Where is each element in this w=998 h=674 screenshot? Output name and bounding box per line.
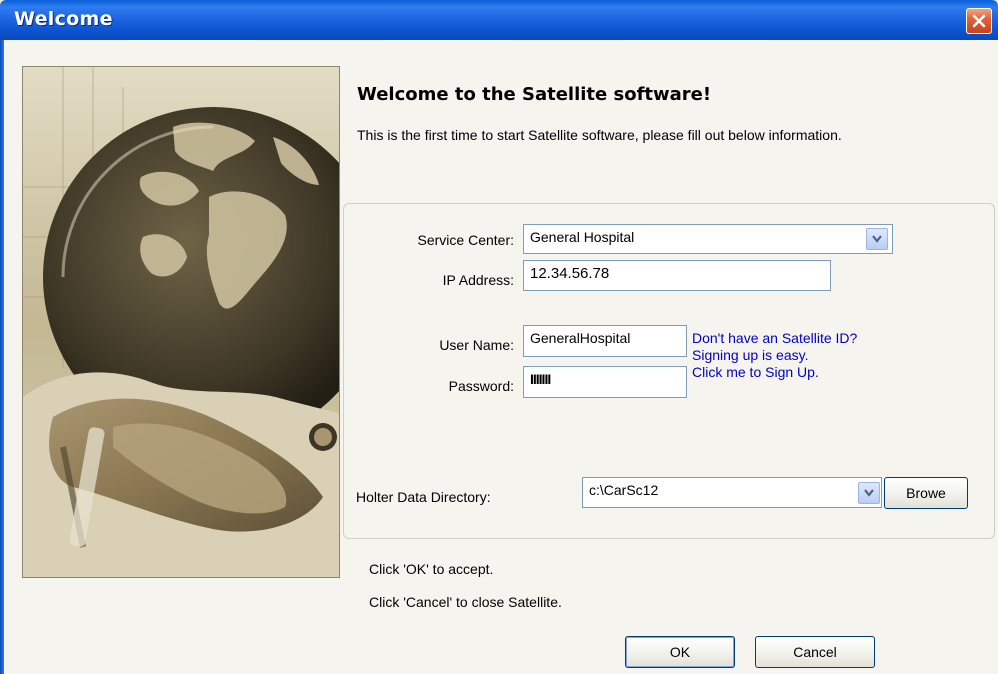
signup-link[interactable]: Click me to Sign Up.	[692, 364, 819, 381]
ok-button[interactable]: OK	[625, 636, 735, 668]
browse-button[interactable]: Browe	[884, 477, 968, 509]
close-icon	[972, 14, 986, 28]
title-bar[interactable]: Welcome	[0, 0, 998, 40]
service-center-label: Service Center:	[417, 232, 514, 248]
service-center-select[interactable]: General Hospital	[523, 224, 893, 254]
welcome-heading: Welcome to the Satellite software!	[357, 84, 712, 105]
ok-hint-text: Click 'OK' to accept.	[369, 561, 494, 577]
ip-address-label: IP Address:	[442, 272, 514, 288]
globe-handshake-image	[22, 66, 340, 578]
password-input[interactable]: IIIIIII	[523, 366, 687, 398]
signup-link-line1[interactable]: Don't have an Satellite ID?	[692, 330, 857, 347]
service-center-value: General Hospital	[530, 229, 635, 245]
welcome-dialog: Welcome Welcome to the Satellite softwar…	[0, 0, 998, 674]
ip-address-input[interactable]: 12.34.56.78	[523, 260, 831, 291]
cancel-hint-text: Click 'Cancel' to close Satellite.	[369, 594, 562, 610]
cancel-button[interactable]: Cancel	[755, 636, 875, 668]
holter-directory-value: c:\CarSc12	[589, 482, 659, 498]
service-center-dropdown-button[interactable]	[866, 228, 888, 250]
holter-directory-select[interactable]: c:\CarSc12	[582, 477, 882, 508]
signup-link-line2[interactable]: Signing up is easy.	[692, 347, 808, 364]
window-title: Welcome	[14, 8, 113, 30]
close-button[interactable]	[966, 8, 992, 34]
user-name-value: GeneralHospital	[530, 330, 631, 346]
user-name-label: User Name:	[439, 337, 514, 353]
chevron-down-icon	[872, 235, 882, 243]
chevron-down-icon	[864, 489, 874, 497]
holter-directory-dropdown-button[interactable]	[858, 482, 880, 504]
ip-address-value: 12.34.56.78	[530, 265, 610, 282]
intro-text: This is the first time to start Satellit…	[357, 127, 842, 143]
holter-directory-label: Holter Data Directory:	[356, 489, 491, 505]
password-label: Password:	[448, 378, 514, 394]
password-value: IIIIIII	[530, 371, 551, 387]
user-name-input[interactable]: GeneralHospital	[523, 325, 687, 357]
